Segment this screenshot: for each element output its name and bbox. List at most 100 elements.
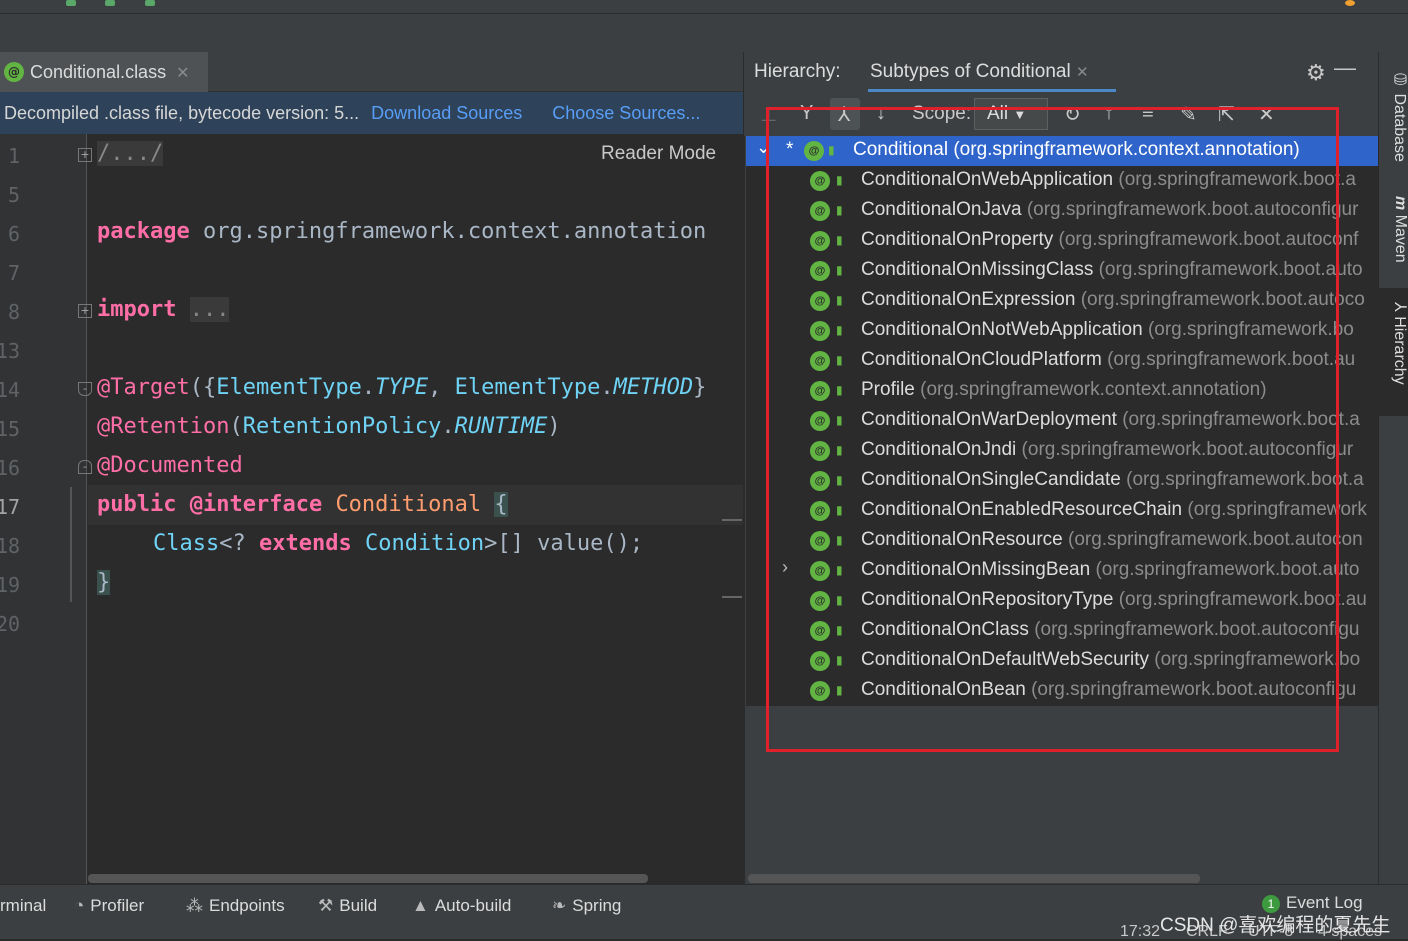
code-line-1: /.../ (97, 141, 164, 166)
punct: (); (603, 531, 644, 556)
terminal-tab[interactable]: rminal (0, 896, 46, 916)
reader-mode-toggle[interactable]: Reader Mode (601, 143, 716, 165)
punct: ) (547, 414, 561, 439)
keyword: import (97, 297, 177, 322)
caret-position[interactable]: 17:32 (1120, 923, 1160, 941)
endpoints-tab[interactable]: ⁂ Endpoints (186, 896, 285, 916)
highlight-box (766, 107, 1339, 752)
download-sources-link[interactable]: Download Sources (371, 103, 522, 124)
punct: . (441, 414, 455, 439)
editor-horizontal-scrollbar[interactable] (88, 874, 648, 883)
tab-label: Auto-build (434, 896, 512, 915)
enum-constant: METHOD (613, 375, 694, 400)
minimize-icon[interactable]: — (1334, 55, 1356, 81)
enum-constant: RUNTIME (454, 414, 548, 439)
hammer-icon: ⚒ (318, 896, 334, 915)
hierarchy-label: Hierarchy: (754, 61, 841, 82)
fold-icon[interactable]: - (78, 460, 92, 474)
punct: >[] (484, 531, 538, 556)
scroll-marker (722, 519, 742, 521)
line-number: 14 (0, 378, 21, 402)
main-toolbar (0, 0, 1408, 14)
maven-icon: m (1392, 196, 1408, 215)
banner-message: Decompiled .class file, bytecode version… (4, 102, 360, 123)
tab-label: Spring (572, 896, 622, 915)
decompiled-banner: Decompiled .class file, bytecode version… (0, 92, 743, 134)
code-line-14: @Target({ElementType.TYPE, ElementType.M… (97, 375, 706, 400)
autobuild-tab[interactable]: ▲ Auto-build (412, 896, 511, 916)
annotation: @Retention (97, 414, 230, 439)
warning-icon: ▲ (412, 896, 429, 915)
punct: . (361, 375, 376, 400)
run-icon[interactable] (66, 0, 76, 6)
collapsed-header[interactable]: /.../ (97, 141, 164, 166)
class-ref: Class (153, 531, 220, 556)
method-name: value (537, 531, 604, 556)
line-number: 13 (0, 339, 21, 363)
punct: . (600, 375, 614, 400)
keyword: @interface (189, 492, 323, 517)
debug-icon[interactable] (105, 0, 115, 6)
punct: ( (229, 414, 243, 439)
tool-window-database[interactable]: ⛁ Database (1379, 66, 1408, 166)
editor-tab-conditional[interactable]: @ Conditional.class ✕ (0, 52, 208, 92)
line-number: 20 (0, 612, 21, 636)
profiler-icon: ◔ (74, 896, 85, 915)
line-number: 15 (0, 417, 21, 441)
right-tool-stripe: ⛁ Database m Maven ⅄ Hierarchy (1378, 52, 1408, 884)
class-ref: ElementType (216, 375, 362, 400)
database-icon: ⛁ (1391, 70, 1408, 94)
build-tab[interactable]: ⚒ Build (318, 896, 377, 916)
annotation: @Target (97, 375, 190, 400)
code-line-17: public @interface Conditional { (97, 492, 508, 517)
hierarchy-icon: ⅄ (1391, 302, 1408, 317)
choose-sources-link[interactable]: Choose Sources... (552, 103, 700, 124)
bottom-tool-bar: rminal ◔ Profiler ⁂ Endpoints ⚒ Build ▲ Auto… (0, 884, 1408, 941)
punct: , (428, 375, 455, 400)
code-line-8: import ... (97, 297, 230, 322)
fold-icon[interactable]: + (78, 148, 92, 162)
enum-constant: TYPE (375, 375, 429, 400)
keyword: public (97, 492, 177, 517)
punct: ({ (189, 375, 217, 400)
tool-window-maven[interactable]: m Maven (1379, 192, 1408, 282)
tool-window-label: Maven (1392, 214, 1408, 263)
editor-tab-bar: @ Conditional.class ✕ (0, 52, 743, 92)
package-name: org.springframework.context.annotation (189, 219, 707, 244)
fold-icon[interactable]: - (78, 382, 92, 396)
fold-icon[interactable]: + (78, 304, 92, 318)
tab-label: Build (339, 896, 378, 915)
endpoints-icon: ⁂ (186, 896, 203, 915)
code-line-18: Class<? extends Condition>[] value(); (153, 531, 643, 556)
watermark: CSDN @喜欢编程的夏先生 (1160, 915, 1391, 936)
class-ref: Condition (364, 531, 485, 556)
tab-subtypes[interactable]: Subtypes of Conditional ✕ (868, 52, 1116, 92)
gear-icon[interactable]: ⚙ (1306, 60, 1326, 86)
tool-window-hierarchy[interactable]: ⅄ Hierarchy (1379, 288, 1408, 416)
annotation: @Documented (97, 453, 243, 478)
line-number: 5 (8, 183, 21, 207)
coverage-icon[interactable] (145, 0, 155, 6)
tab-label: Profiler (90, 896, 145, 915)
profiler-tab[interactable]: ◔ Profiler (74, 896, 144, 916)
line-number-current: 17 (0, 495, 21, 519)
navigation-strip (0, 14, 1408, 52)
close-icon[interactable]: ✕ (176, 63, 189, 82)
collapsed-imports[interactable]: ... (189, 297, 230, 322)
tool-window-label: Hierarchy (1391, 316, 1408, 385)
line-number: 6 (8, 222, 21, 246)
update-icon[interactable] (1345, 0, 1355, 6)
close-icon[interactable]: ✕ (1076, 64, 1089, 81)
spring-tab[interactable]: ❧ Spring (552, 896, 621, 916)
hierarchy-horizontal-scrollbar[interactable] (748, 874, 1200, 883)
block-guide (70, 487, 72, 602)
brace: } (97, 570, 111, 595)
hierarchy-header: Hierarchy: Subtypes of Conditional ✕ ⚙ — (744, 52, 1378, 94)
spring-leaf-icon: ❧ (552, 896, 567, 915)
punct: <? (219, 531, 259, 556)
code-line-6: package org.springframework.context.anno… (97, 219, 706, 244)
tab-label: Subtypes of Conditional (870, 61, 1071, 82)
line-number: 1 (8, 144, 21, 168)
scroll-marker (722, 596, 742, 598)
annotation-icon: @ (4, 62, 24, 82)
